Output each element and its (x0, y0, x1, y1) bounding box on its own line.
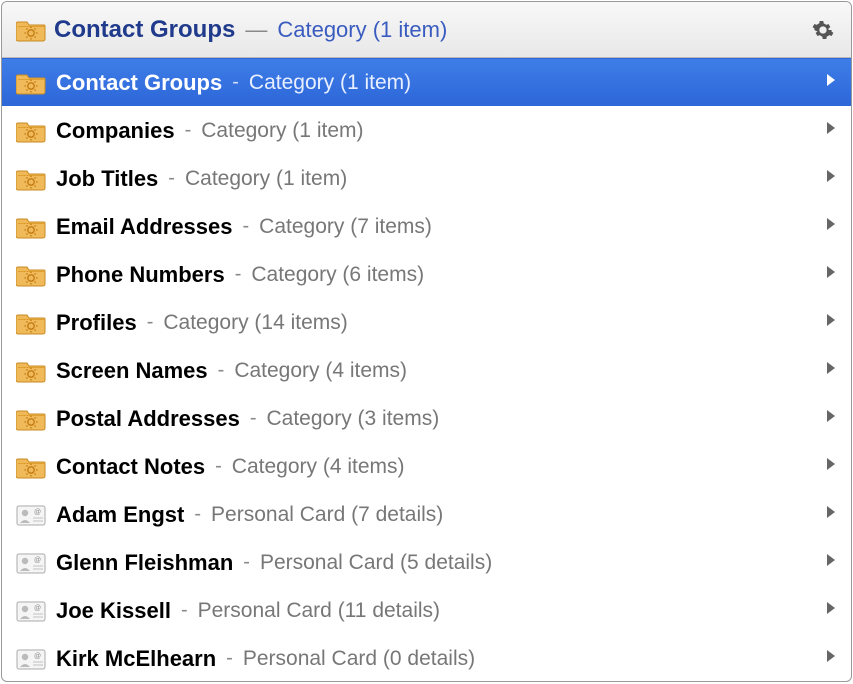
contact-card-icon: @ (16, 551, 46, 575)
row-separator: - (194, 503, 201, 526)
header-title-wrap: Contact Groups — Category (1 item) (46, 16, 809, 44)
contact-card-icon: @ (16, 599, 46, 623)
folder-icon (16, 311, 46, 335)
folder-icon (16, 455, 46, 479)
list-row[interactable]: Phone Numbers-Category (6 items) (2, 250, 851, 298)
header-bar: Contact Groups — Category (1 item) (2, 2, 851, 58)
row-meta: Personal Card (7 details) (211, 503, 443, 527)
row-name: Adam Engst (56, 502, 184, 528)
folder-icon (16, 359, 46, 383)
row-meta: Personal Card (5 details) (260, 551, 492, 575)
list-row[interactable]: Postal Addresses-Category (3 items) (2, 394, 851, 442)
chevron-right-icon (825, 120, 837, 141)
chevron-right-icon (825, 168, 837, 189)
list-row[interactable]: @ Joe Kissell-Personal Card (11 details) (2, 586, 851, 634)
chevron-right-icon (825, 360, 837, 381)
row-separator: - (243, 551, 250, 574)
chevron-right-icon (825, 72, 837, 93)
row-meta: Personal Card (0 details) (243, 647, 475, 671)
svg-text:@: @ (34, 653, 41, 660)
list-row[interactable]: @ Adam Engst-Personal Card (7 details) (2, 490, 851, 538)
row-separator: - (226, 647, 233, 670)
row-name: Profiles (56, 310, 137, 336)
row-separator: - (235, 263, 242, 286)
row-name: Phone Numbers (56, 262, 225, 288)
row-meta: Category (1 item) (201, 119, 363, 143)
row-name: Kirk McElhearn (56, 646, 216, 672)
settings-button[interactable] (809, 16, 837, 44)
svg-text:@: @ (34, 557, 41, 564)
row-name: Screen Names (56, 358, 208, 384)
row-meta: Category (3 items) (267, 407, 440, 431)
list-row[interactable]: Screen Names-Category (4 items) (2, 346, 851, 394)
row-separator: - (147, 311, 154, 334)
list-row[interactable]: Profiles-Category (14 items) (2, 298, 851, 346)
folder-icon (16, 407, 46, 431)
row-meta: Category (1 item) (185, 167, 347, 191)
row-meta: Category (1 item) (249, 71, 411, 95)
category-list[interactable]: Contact Groups-Category (1 item) Compani… (2, 58, 851, 682)
row-meta: Category (7 items) (259, 215, 432, 239)
row-name: Email Addresses (56, 214, 233, 240)
folder-icon (16, 263, 46, 287)
contact-card-icon: @ (16, 503, 46, 527)
chevron-right-icon (825, 408, 837, 429)
row-meta: Category (6 items) (251, 263, 424, 287)
chevron-right-icon (825, 648, 837, 669)
list-row[interactable]: Contact Notes-Category (4 items) (2, 442, 851, 490)
row-name: Glenn Fleishman (56, 550, 233, 576)
chevron-right-icon (825, 600, 837, 621)
folder-icon (16, 167, 46, 191)
chevron-right-icon (825, 504, 837, 525)
row-name: Postal Addresses (56, 406, 240, 432)
svg-text:@: @ (34, 509, 41, 516)
list-row[interactable]: Contact Groups-Category (1 item) (2, 58, 851, 106)
chevron-right-icon (825, 456, 837, 477)
chevron-right-icon (825, 216, 837, 237)
contact-card-icon: @ (16, 647, 46, 671)
row-separator: - (181, 599, 188, 622)
row-separator: - (185, 119, 192, 142)
svg-text:@: @ (34, 605, 41, 612)
row-separator: - (243, 215, 250, 238)
row-name: Companies (56, 118, 175, 144)
folder-icon (16, 215, 46, 239)
row-separator: - (250, 407, 257, 430)
folder-icon (16, 119, 46, 143)
folder-icon (16, 71, 46, 95)
folder-icon (16, 18, 46, 42)
row-separator: - (168, 167, 175, 190)
chevron-right-icon (825, 312, 837, 333)
row-separator: - (215, 455, 222, 478)
row-name: Contact Groups (56, 70, 222, 96)
contacts-window: Contact Groups — Category (1 item) Conta… (1, 1, 852, 682)
list-row[interactable]: Email Addresses-Category (7 items) (2, 202, 851, 250)
header-title: Contact Groups (54, 16, 235, 44)
chevron-right-icon (825, 552, 837, 573)
row-name: Joe Kissell (56, 598, 171, 624)
chevron-right-icon (825, 264, 837, 285)
row-name: Job Titles (56, 166, 158, 192)
header-subtitle: Category (1 item) (277, 17, 447, 43)
row-name: Contact Notes (56, 454, 205, 480)
row-meta: Category (4 items) (232, 455, 405, 479)
list-row[interactable]: Companies-Category (1 item) (2, 106, 851, 154)
list-row[interactable]: @ Kirk McElhearn-Personal Card (0 detail… (2, 634, 851, 682)
header-separator: — (245, 17, 267, 43)
list-row[interactable]: @ Glenn Fleishman-Personal Card (5 detai… (2, 538, 851, 586)
row-separator: - (232, 71, 239, 94)
list-row[interactable]: Job Titles-Category (1 item) (2, 154, 851, 202)
row-meta: Category (14 items) (163, 311, 347, 335)
row-meta: Personal Card (11 details) (198, 599, 440, 623)
row-separator: - (218, 359, 225, 382)
row-meta: Category (4 items) (234, 359, 407, 383)
